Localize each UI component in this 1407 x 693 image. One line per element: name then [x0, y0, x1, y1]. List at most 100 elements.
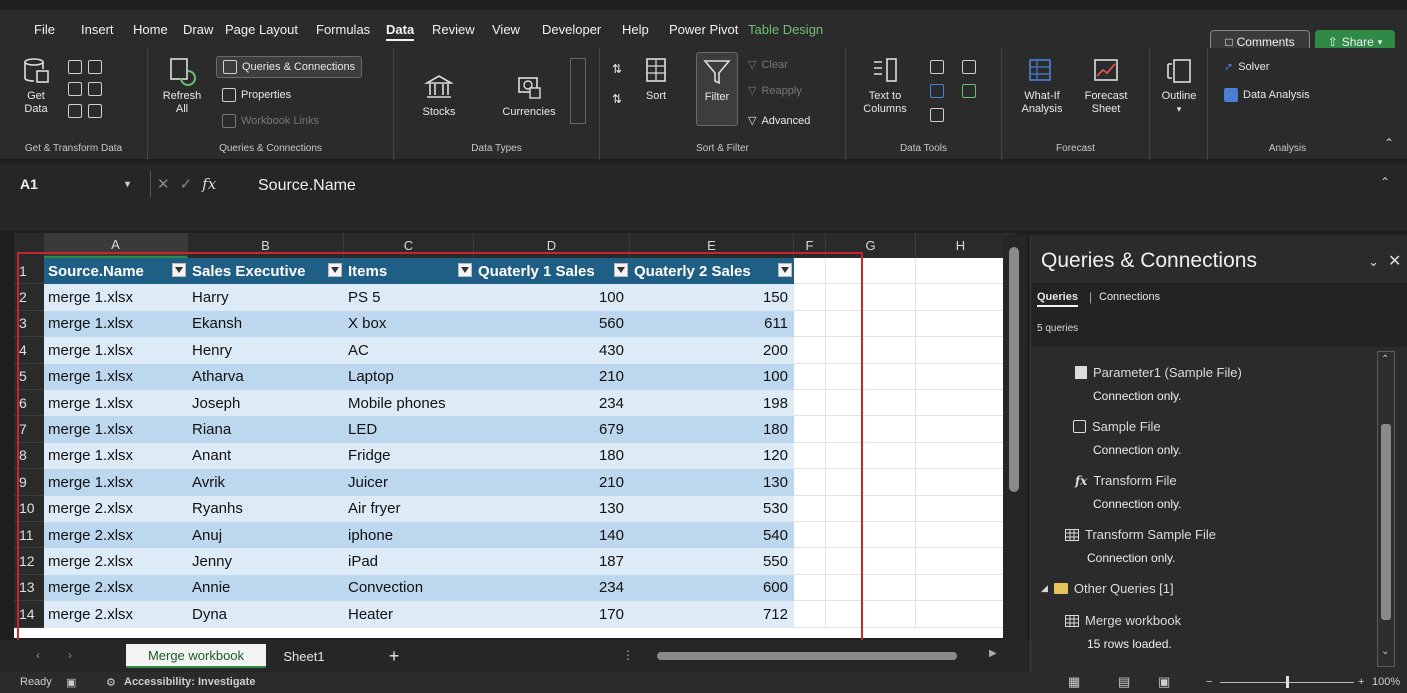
table-cell[interactable]: iphone [344, 522, 474, 549]
empty-cell[interactable] [916, 442, 1006, 470]
empty-cell[interactable] [794, 310, 826, 338]
table-cell[interactable]: 234 [474, 390, 630, 417]
row-header[interactable]: 11 [14, 522, 44, 549]
prev-sheet-icon[interactable]: ‹ [36, 648, 40, 662]
menu-view[interactable]: View [492, 22, 520, 37]
table-cell[interactable]: Laptop [344, 363, 474, 390]
table-cell[interactable]: 198 [630, 390, 794, 417]
zoom-slider-thumb[interactable] [1286, 676, 1289, 688]
table-cell[interactable]: merge 1.xlsx [44, 416, 188, 443]
table-cell[interactable]: 150 [630, 284, 794, 311]
column-header[interactable]: G [826, 233, 916, 258]
table-cell[interactable]: merge 2.xlsx [44, 495, 188, 522]
empty-cell[interactable] [794, 337, 826, 364]
empty-cell[interactable] [916, 337, 1006, 364]
empty-cell[interactable] [826, 416, 916, 443]
empty-cell[interactable] [794, 522, 826, 549]
table-cell[interactable]: 130 [630, 469, 794, 496]
column-header[interactable]: B [188, 233, 344, 258]
tab-queries[interactable]: Queries [1037, 291, 1078, 307]
filter-dropdown-icon[interactable] [458, 263, 472, 277]
empty-cell[interactable] [826, 284, 916, 311]
empty-cell[interactable] [826, 363, 916, 390]
table-cell[interactable]: Fridge [344, 442, 474, 470]
enter-icon[interactable]: ✓ [180, 175, 193, 193]
empty-cell[interactable] [794, 390, 826, 417]
table-cell[interactable]: 100 [474, 284, 630, 311]
collapse-ribbon-icon[interactable]: ⌃ [1384, 136, 1394, 150]
table-cell[interactable]: merge 2.xlsx [44, 574, 188, 602]
sheet-tab-sheet1[interactable]: Sheet1 [272, 644, 336, 668]
menu-review[interactable]: Review [432, 22, 475, 37]
table-cell[interactable]: Jenny [188, 548, 344, 575]
pane-options-icon[interactable]: ⌄ [1368, 254, 1379, 270]
table-cell[interactable]: 234 [474, 574, 630, 602]
menu-file[interactable]: File [34, 22, 55, 37]
accessibility-status[interactable]: Accessibility: Investigate [124, 676, 255, 688]
sheet-tab-merge-workbook[interactable]: Merge workbook [126, 644, 266, 668]
data-analysis-button[interactable]: Data Analysis [1224, 88, 1310, 102]
row-header[interactable]: 2 [14, 284, 44, 311]
table-cell[interactable]: merge 2.xlsx [44, 601, 188, 628]
table-cell[interactable]: Avrik [188, 469, 344, 496]
table-cell[interactable]: AC [344, 337, 474, 364]
query-item-sample-file[interactable]: Sample File [1073, 419, 1161, 434]
empty-cell[interactable] [916, 469, 1006, 496]
macro-record-icon[interactable]: ▣ [66, 676, 76, 689]
recent-sources-icon[interactable] [88, 82, 102, 96]
relationships-icon[interactable] [962, 84, 976, 98]
empty-cell[interactable] [794, 574, 826, 602]
remove-duplicates-icon[interactable] [930, 84, 944, 98]
row-header[interactable]: 13 [14, 574, 44, 602]
query-item-parameter1[interactable]: Parameter1 (Sample File) [1075, 365, 1242, 380]
empty-cell[interactable] [826, 469, 916, 496]
menu-formulas[interactable]: Formulas [316, 22, 370, 37]
table-cell[interactable]: Air fryer [344, 495, 474, 522]
row-header[interactable]: 10 [14, 495, 44, 522]
menu-data[interactable]: Data [386, 22, 415, 41]
table-cell[interactable]: 611 [630, 310, 794, 338]
empty-cell[interactable] [794, 469, 826, 496]
table-cell[interactable]: 187 [474, 548, 630, 575]
column-header[interactable]: C [344, 233, 474, 258]
table-cell[interactable]: merge 2.xlsx [44, 548, 188, 575]
table-cell[interactable]: merge 2.xlsx [44, 522, 188, 549]
scroll-down-icon[interactable]: ⌄ [1381, 646, 1389, 657]
empty-cell[interactable] [916, 363, 1006, 390]
table-cell[interactable]: Henry [188, 337, 344, 364]
table-cell[interactable]: 140 [474, 522, 630, 549]
column-header[interactable]: A [44, 233, 188, 258]
table-header-cell[interactable]: Quaterly 1 Sales [474, 258, 630, 285]
table-cell[interactable]: 540 [630, 522, 794, 549]
table-cell[interactable]: Joseph [188, 390, 344, 417]
data-types-gallery-scroll[interactable] [570, 58, 586, 124]
tab-connections[interactable]: Connections [1099, 291, 1160, 303]
table-cell[interactable]: merge 1.xlsx [44, 390, 188, 417]
empty-cell[interactable] [794, 416, 826, 443]
accessibility-icon[interactable]: ⚙ [106, 676, 116, 689]
empty-cell[interactable] [916, 574, 1006, 602]
table-cell[interactable]: Ryanhs [188, 495, 344, 522]
table-cell[interactable]: Ekansh [188, 310, 344, 338]
empty-cell[interactable] [916, 284, 1006, 311]
table-cell[interactable]: merge 1.xlsx [44, 363, 188, 390]
empty-cell[interactable] [826, 548, 916, 575]
text-to-columns-button[interactable]: Text to Columns [860, 56, 910, 116]
from-table-icon[interactable] [68, 82, 82, 96]
table-cell[interactable]: 560 [474, 310, 630, 338]
vertical-scroll-thumb[interactable] [1009, 247, 1019, 492]
menu-home[interactable]: Home [133, 22, 168, 37]
empty-cell[interactable] [916, 390, 1006, 417]
formula-input[interactable]: Source.Name [258, 177, 356, 195]
table-cell[interactable]: Annie [188, 574, 344, 602]
table-header-cell[interactable]: Sales Executive [188, 258, 344, 285]
empty-cell[interactable] [826, 258, 916, 285]
table-cell[interactable]: Atharva [188, 363, 344, 390]
zoom-in-icon[interactable]: + [1358, 676, 1364, 688]
empty-cell[interactable] [916, 601, 1006, 628]
filter-button[interactable]: Filter [696, 52, 738, 126]
scroll-right-icon[interactable]: ▶ [989, 648, 997, 659]
add-sheet-button[interactable]: + [382, 644, 406, 668]
collapse-formula-bar-icon[interactable]: ⌃ [1380, 175, 1390, 189]
close-icon[interactable]: ✕ [1388, 251, 1401, 271]
